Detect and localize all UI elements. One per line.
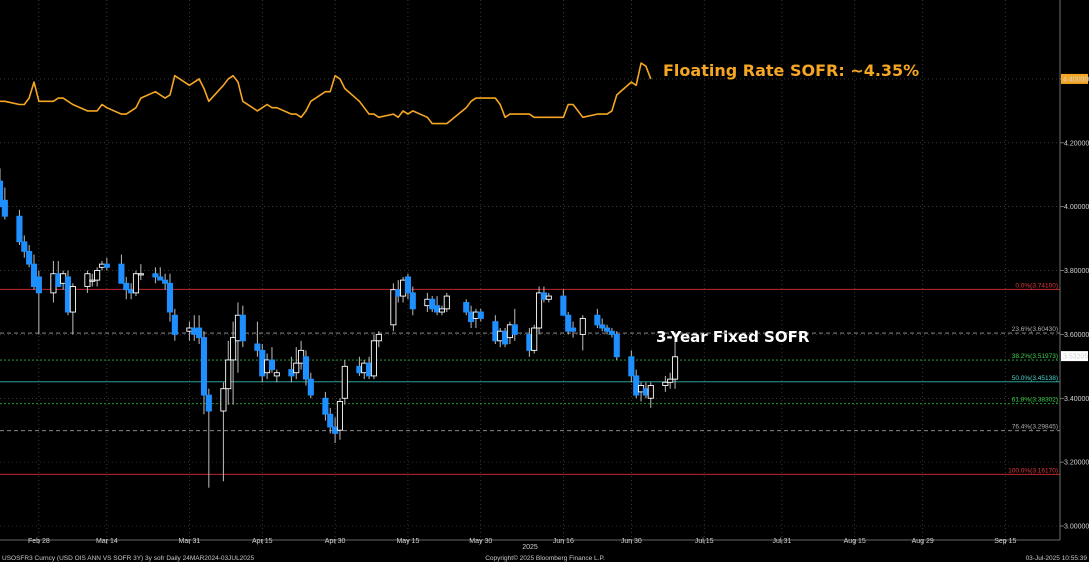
x-tick-label: Aug 29 bbox=[912, 538, 934, 545]
candle-up bbox=[545, 295, 552, 300]
fixed-rate-annotation: 3-Year Fixed SOFR bbox=[656, 328, 810, 346]
candle-down bbox=[166, 282, 174, 313]
footer-left: USOSFR3 Curncy (USD OIS ANN VS SOFR 3Y) … bbox=[2, 555, 255, 562]
candle-down bbox=[21, 241, 28, 252]
x-tick-label: Jul 15 bbox=[695, 538, 714, 545]
fib-level-label: 76.4%(3.29845) bbox=[1012, 424, 1058, 431]
candle-up bbox=[220, 388, 227, 412]
fib-level-label: 23.6%(3.60430) bbox=[1012, 326, 1058, 333]
candle-down bbox=[463, 302, 470, 313]
floating-rate-annotation: Floating Rate SOFR: ~4.35% bbox=[663, 61, 919, 80]
candle-up bbox=[531, 327, 538, 351]
x-tick-label: Jun 16 bbox=[553, 538, 574, 545]
fib-level-label: 50.0%(3.45138) bbox=[1012, 375, 1058, 382]
candle-down bbox=[16, 215, 23, 243]
candle-down bbox=[239, 314, 246, 342]
candle-down bbox=[162, 279, 169, 284]
candle-up bbox=[647, 385, 654, 399]
candle-down bbox=[322, 397, 329, 415]
candle-down bbox=[511, 324, 518, 335]
candle-up bbox=[667, 378, 674, 383]
candle-up bbox=[375, 333, 382, 342]
candle-down bbox=[118, 263, 125, 284]
y-tick-label: 4.20000 bbox=[1064, 140, 1089, 147]
x-axis-year-label: 2025 bbox=[522, 544, 538, 551]
x-tick-label: Mar 14 bbox=[96, 538, 118, 545]
candle-up bbox=[336, 401, 344, 431]
candle-down bbox=[560, 295, 567, 316]
x-tick-label: Apr 30 bbox=[325, 538, 346, 545]
candle-down bbox=[35, 276, 42, 294]
candle-up bbox=[341, 365, 348, 399]
x-tick-label: Jul 31 bbox=[773, 538, 792, 545]
candle-down bbox=[205, 394, 212, 412]
candle-up bbox=[273, 372, 280, 377]
y-tick-label: 3.60000 bbox=[1064, 332, 1089, 339]
last-value-badge-text: 3.53205 bbox=[1063, 354, 1088, 361]
candle-down bbox=[152, 273, 159, 278]
candle-up bbox=[132, 273, 140, 294]
candle-down bbox=[1, 199, 8, 217]
candle-up bbox=[438, 308, 445, 313]
candle-down bbox=[254, 343, 261, 351]
candle-up bbox=[225, 359, 232, 390]
fib-level-label: 100.0%(3.16170) bbox=[1008, 467, 1058, 474]
candle-up bbox=[137, 273, 144, 276]
candle-down bbox=[171, 314, 178, 335]
x-tick-label: Aug 15 bbox=[844, 538, 866, 545]
y-tick-label: 3.80000 bbox=[1064, 268, 1089, 275]
y-tick-label: 4.00000 bbox=[1064, 204, 1089, 211]
candle-down bbox=[307, 378, 314, 396]
fib-level-label: 0.0%(3.74100) bbox=[1015, 282, 1058, 289]
x-tick-label: Feb 28 bbox=[28, 538, 50, 545]
candle-down bbox=[157, 276, 164, 281]
y-tick-label: 3.20000 bbox=[1064, 460, 1089, 467]
candle-up bbox=[443, 295, 450, 310]
candle-up bbox=[662, 381, 669, 386]
candle-down bbox=[103, 263, 110, 268]
x-tick-label: May 30 bbox=[469, 538, 492, 545]
candle-up bbox=[94, 270, 101, 281]
candle-down bbox=[123, 282, 130, 291]
candle-up bbox=[293, 362, 300, 374]
footer-timestamp: 03-Jul-2025 10:55:39 bbox=[1026, 555, 1088, 562]
candle-down bbox=[302, 356, 310, 380]
y-tick-label: 3.00000 bbox=[1064, 524, 1089, 531]
candle-up bbox=[579, 317, 586, 335]
candle-down bbox=[570, 327, 577, 332]
last-value-badge-text: 4.40000 bbox=[1063, 76, 1088, 83]
x-tick-label: Apr 15 bbox=[252, 538, 273, 545]
candle-up bbox=[672, 356, 679, 380]
candle-down bbox=[604, 327, 611, 332]
x-tick-label: Mar 31 bbox=[179, 538, 201, 545]
footer-copyright: Copyright© 2025 Bloomberg Finance L.P. bbox=[485, 554, 605, 562]
candle-down bbox=[196, 327, 203, 339]
candle-down bbox=[409, 292, 416, 310]
candle-down bbox=[477, 311, 484, 319]
candle-down bbox=[26, 250, 33, 265]
fib-level-label: 61.8%(3.38302) bbox=[1012, 397, 1058, 404]
fib-level-label: 38.2%(3.51973) bbox=[1012, 353, 1058, 360]
candle-down bbox=[599, 324, 606, 329]
candle-up bbox=[370, 340, 377, 377]
candle-down bbox=[268, 359, 276, 370]
candle-up bbox=[69, 286, 76, 313]
candle-down bbox=[594, 314, 601, 326]
x-tick-label: Jun 30 bbox=[621, 538, 642, 545]
candle-down bbox=[200, 337, 208, 396]
x-tick-label: May 15 bbox=[396, 538, 419, 545]
candle-down bbox=[613, 333, 620, 358]
x-tick-label: Sep 15 bbox=[994, 538, 1016, 545]
candle-down bbox=[628, 356, 635, 377]
candle-down bbox=[404, 276, 411, 294]
candle-down bbox=[327, 413, 334, 428]
candle-down bbox=[608, 330, 615, 335]
price-chart: 0.0%(3.74100) 23.6%(3.60430) 38.2%(3.51973… bbox=[0, 0, 1089, 562]
y-tick-label: 3.40000 bbox=[1064, 396, 1089, 403]
